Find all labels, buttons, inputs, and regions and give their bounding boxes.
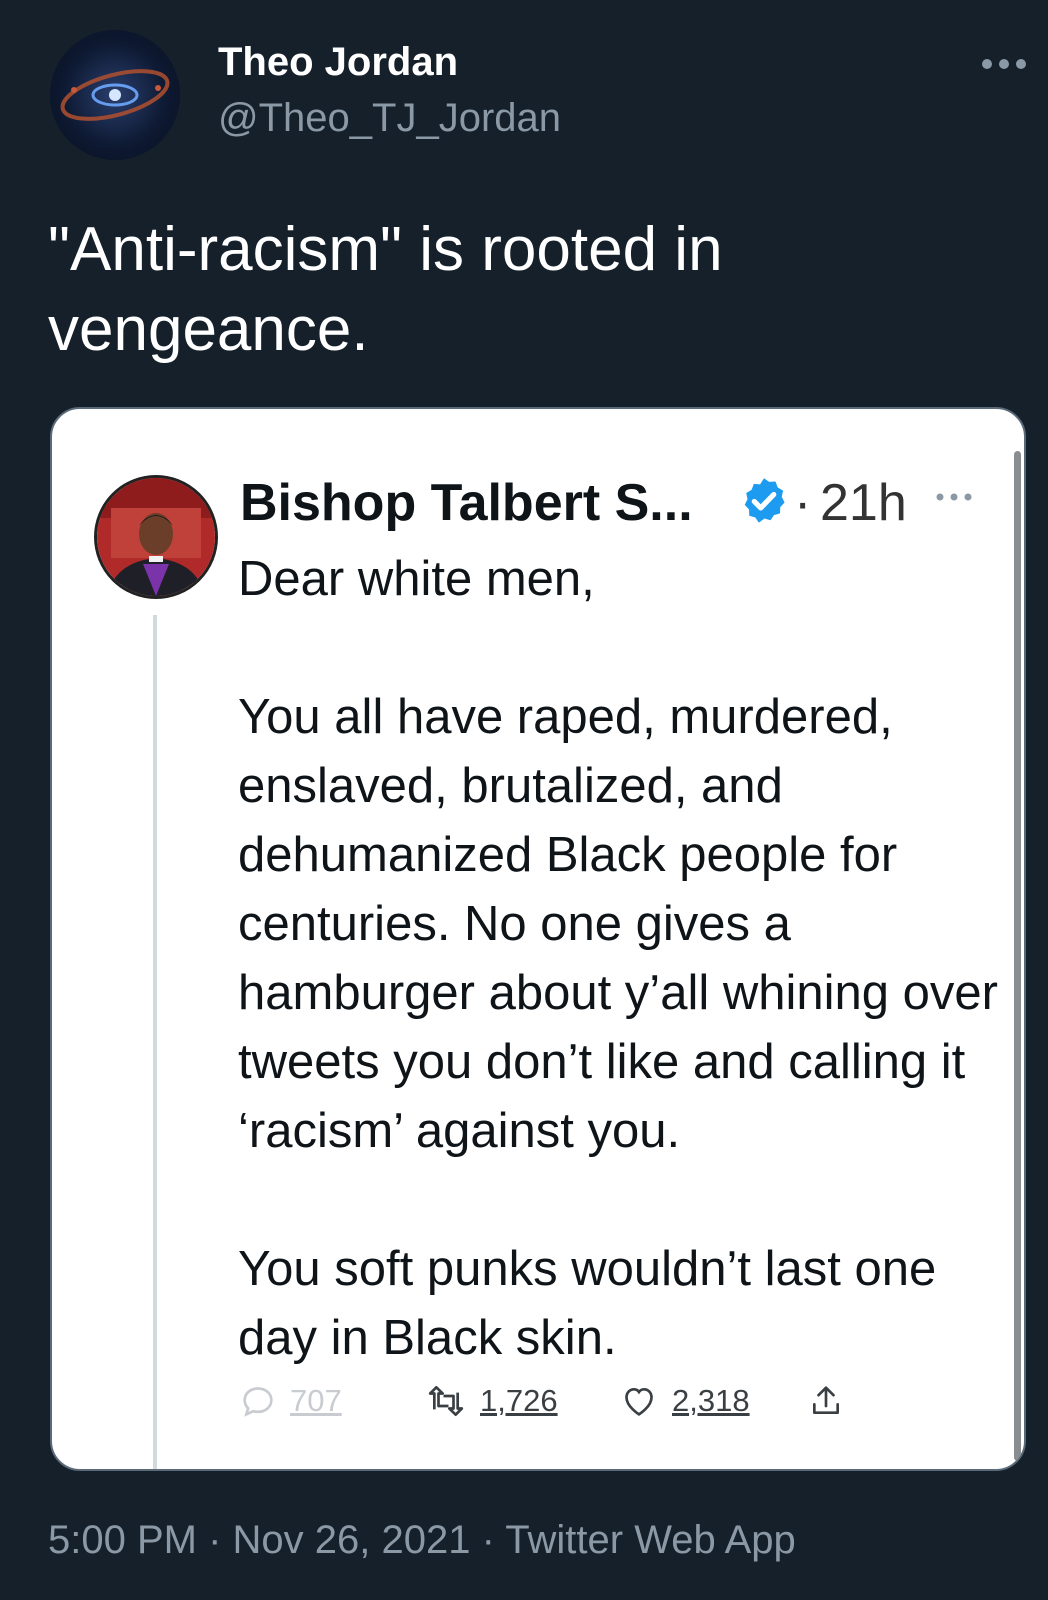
separator-dot: · — [794, 474, 812, 532]
more-icon — [982, 59, 1026, 69]
more-icon — [936, 493, 972, 501]
scrollbar[interactable] — [1014, 451, 1021, 1461]
reply-icon — [243, 1387, 273, 1417]
reply-button[interactable]: 707 — [238, 1377, 342, 1425]
quoted-author-name[interactable]: Bishop Talbert S... — [240, 473, 693, 533]
author-name[interactable]: Theo Jordan — [218, 40, 458, 85]
tweet-timestamp[interactable]: 5:00 PM · Nov 26, 2021 · Twitter Web App — [48, 1518, 796, 1563]
verified-badge-icon — [738, 475, 790, 527]
galaxy-avatar-icon — [60, 69, 170, 121]
quoted-paragraph: Dear white men, — [238, 552, 595, 606]
quoted-tweet-text: Dear white men, You all have raped, murd… — [238, 545, 1008, 1373]
tweet-text: "Anti-racism" is rooted in vengeance. — [48, 215, 723, 364]
like-count: 2,318 — [672, 1383, 750, 1418]
heart-icon — [625, 1387, 653, 1416]
quoted-actions-bar: 707 1,726 2,318 — [238, 1377, 878, 1425]
more-options-button[interactable] — [980, 52, 1030, 76]
author-handle[interactable]: @Theo_TJ_Jordan — [218, 96, 561, 141]
share-button[interactable] — [806, 1377, 846, 1425]
person-avatar-icon — [97, 478, 215, 596]
quoted-tweet-card[interactable]: Bishop Talbert S... · 21h Dear white men… — [50, 407, 1026, 1471]
retweet-count: 1,726 — [480, 1383, 558, 1418]
quoted-paragraph: You soft punks wouldn’t last one day in … — [238, 1242, 937, 1365]
like-button[interactable]: 2,318 — [618, 1377, 750, 1425]
reply-count: 707 — [290, 1383, 342, 1418]
quoted-author-avatar[interactable] — [94, 475, 218, 599]
retweet-icon — [428, 1386, 464, 1416]
author-avatar[interactable] — [50, 30, 180, 160]
quoted-paragraph: You all have raped, murdered, enslaved, … — [238, 690, 998, 1158]
retweet-button[interactable]: 1,726 — [424, 1377, 558, 1425]
quoted-more-button[interactable] — [934, 489, 974, 505]
share-icon — [813, 1386, 839, 1414]
quoted-tweet-time[interactable]: 21h — [820, 473, 907, 533]
thread-line — [153, 615, 157, 1469]
